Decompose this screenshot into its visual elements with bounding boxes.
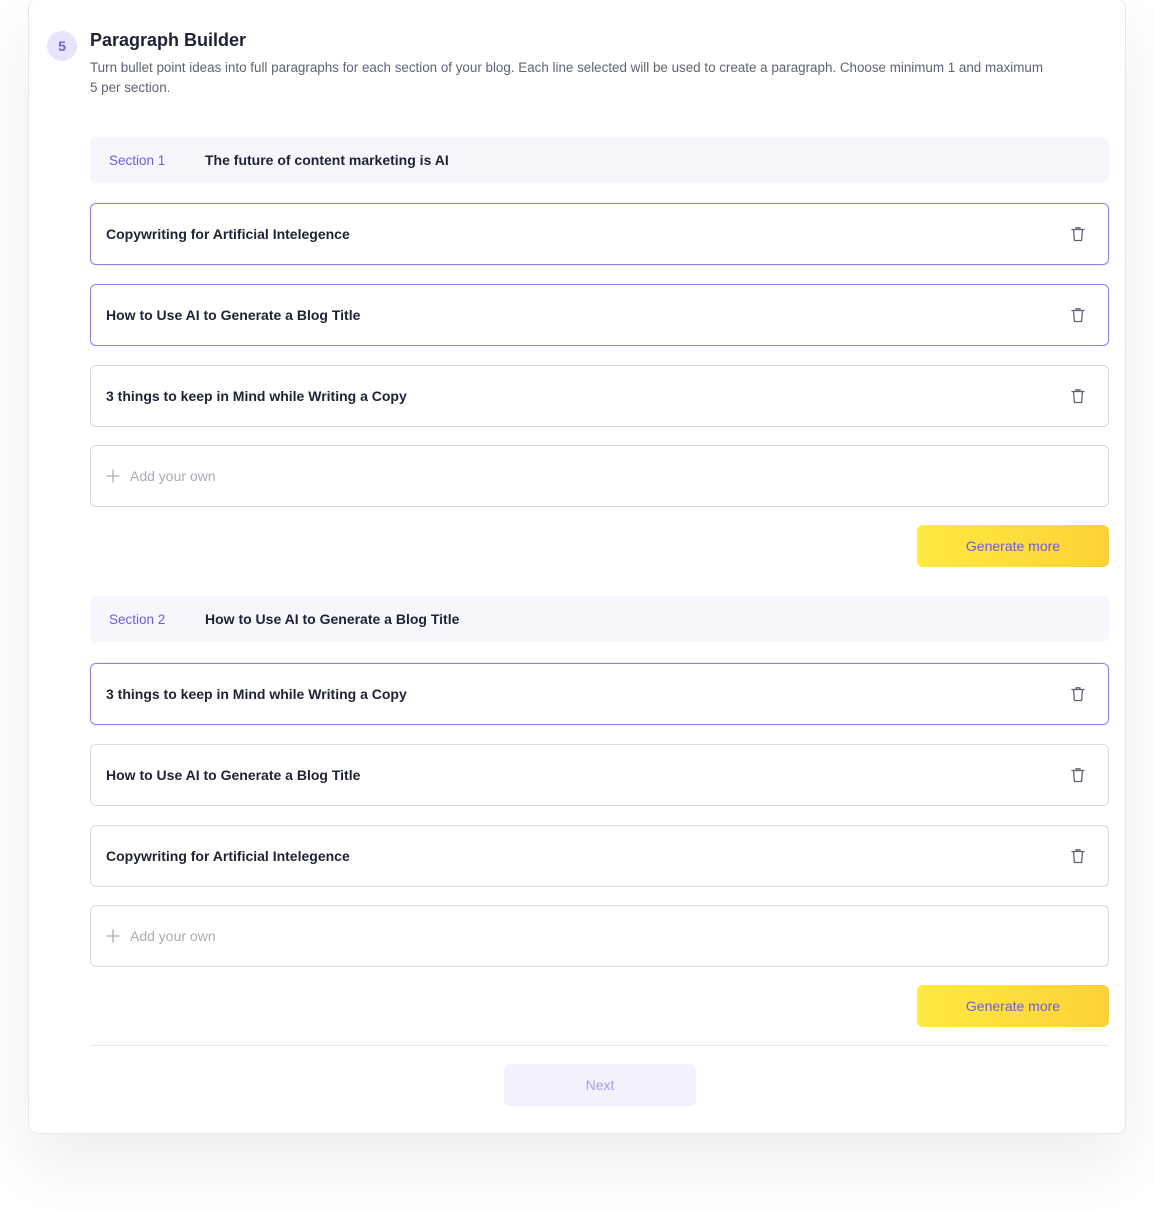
section-2-add-your-own[interactable]: Add your own: [90, 905, 1109, 967]
next-button[interactable]: Next: [504, 1064, 696, 1106]
section-title: The future of content marketing is AI: [205, 152, 449, 168]
page-description: Turn bullet point ideas into full paragr…: [90, 60, 1043, 95]
section-1-item-2[interactable]: How to Use AI to Generate a Blog Title: [90, 284, 1109, 346]
section-2-item-3[interactable]: Copywriting for Artificial Intelegence: [90, 825, 1109, 887]
footer-divider: [90, 1045, 1109, 1046]
section-1-add-your-own[interactable]: Add your own: [90, 445, 1109, 507]
section-1-header: Section 1 The future of content marketin…: [90, 137, 1109, 183]
add-your-own-placeholder: Add your own: [130, 928, 216, 944]
trash-icon[interactable]: [1070, 847, 1086, 865]
section-title: How to Use AI to Generate a Blog Title: [205, 611, 460, 627]
generate-more-button[interactable]: Generate more: [917, 525, 1109, 567]
trash-icon[interactable]: [1070, 306, 1086, 324]
generate-more-button[interactable]: Generate more: [917, 985, 1109, 1027]
plus-icon: [106, 469, 120, 483]
section-label: Section 1: [109, 152, 166, 168]
paragraph-builder-card: 5 Paragraph Builder Turn bullet point id…: [28, 0, 1126, 1134]
item-text: Copywriting for Artificial Intelegence: [106, 848, 350, 864]
item-text: How to Use AI to Generate a Blog Title: [106, 767, 361, 783]
step-number-badge: 5: [47, 31, 77, 61]
page-title: Paragraph Builder: [90, 30, 247, 50]
item-text: 3 things to keep in Mind while Writing a…: [106, 686, 407, 702]
plus-icon: [106, 929, 120, 943]
trash-icon[interactable]: [1070, 766, 1086, 784]
trash-icon[interactable]: [1070, 685, 1086, 703]
section-1-item-3[interactable]: 3 things to keep in Mind while Writing a…: [90, 365, 1109, 427]
section-1-item-1[interactable]: Copywriting for Artificial Intelegence: [90, 203, 1109, 265]
item-text: 3 things to keep in Mind while Writing a…: [106, 388, 407, 404]
section-label: Section 2: [109, 611, 166, 627]
section-2-item-2[interactable]: How to Use AI to Generate a Blog Title: [90, 744, 1109, 806]
add-your-own-placeholder: Add your own: [130, 468, 216, 484]
item-text: Copywriting for Artificial Intelegence: [106, 226, 350, 242]
section-2-header: Section 2 How to Use AI to Generate a Bl…: [90, 596, 1109, 642]
trash-icon[interactable]: [1070, 387, 1086, 405]
item-text: How to Use AI to Generate a Blog Title: [106, 307, 361, 323]
trash-icon[interactable]: [1070, 225, 1086, 243]
section-2-item-1[interactable]: 3 things to keep in Mind while Writing a…: [90, 663, 1109, 725]
